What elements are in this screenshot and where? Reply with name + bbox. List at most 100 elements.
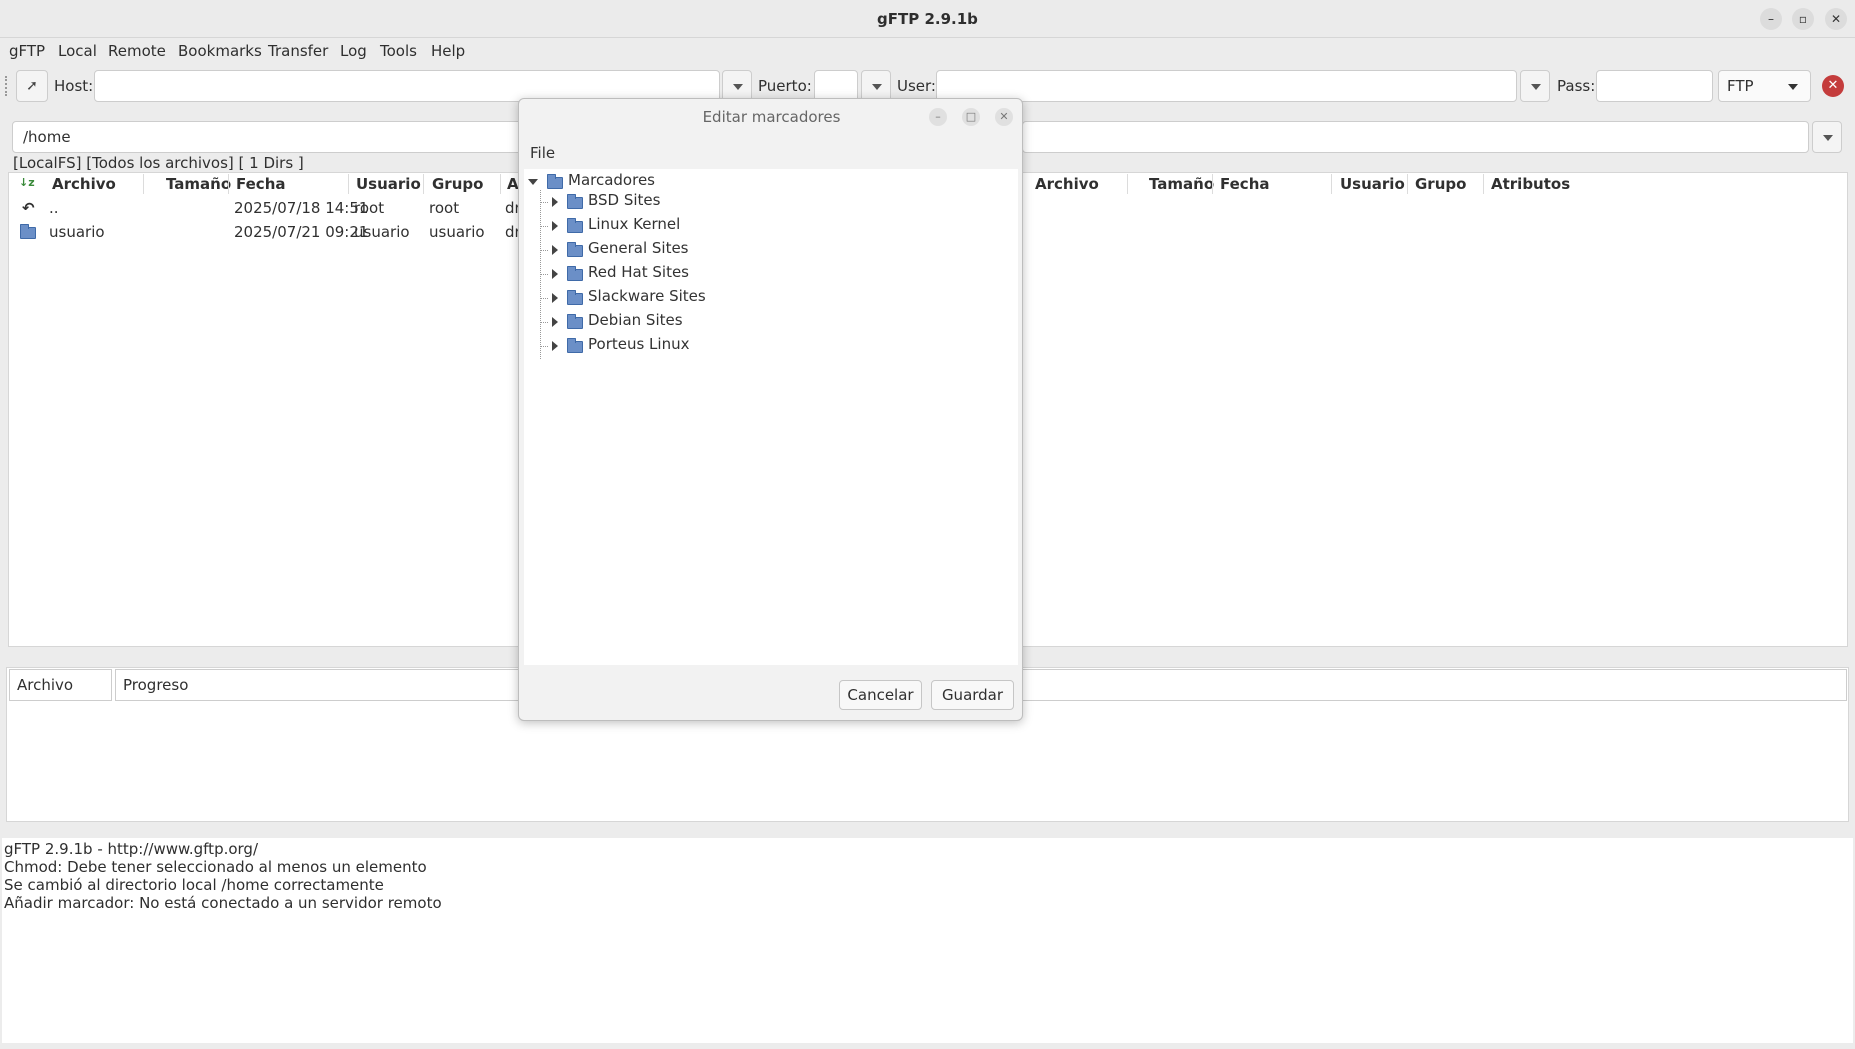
tree-item[interactable]: Porteus Linux (588, 335, 689, 359)
protocol-select[interactable]: FTP (1718, 70, 1811, 102)
minimize-icon[interactable]: – (1760, 8, 1782, 30)
expand-arrow-icon[interactable] (552, 317, 558, 327)
folder-icon (567, 290, 583, 305)
parent-dir-icon: ↶ (22, 199, 35, 217)
pass-input[interactable] (1596, 70, 1713, 102)
restore-icon[interactable]: ▫ (1792, 8, 1814, 30)
tree-item[interactable]: General Sites (588, 239, 689, 263)
expand-arrow-icon[interactable] (552, 341, 558, 351)
tree-line (540, 202, 548, 203)
local-path-input[interactable]: /home (12, 121, 522, 153)
pass-label: Pass: (1557, 77, 1596, 95)
local-status-text: [LocalFS] [Todos los archivos] [ 1 Dirs … (13, 154, 304, 172)
connect-icon: ➚ (26, 78, 38, 94)
col-separator (1331, 174, 1332, 194)
tree-item[interactable]: Red Hat Sites (588, 263, 689, 287)
dialog-maximize-icon[interactable]: □ (962, 108, 980, 126)
tree-item[interactable]: BSD Sites (588, 191, 660, 215)
local-col-attr[interactable]: A (507, 175, 519, 193)
remote-col-atributos[interactable]: Atributos (1491, 175, 1570, 193)
tree-line (540, 322, 548, 323)
menu-help[interactable]: Help (431, 42, 465, 60)
col-separator (1212, 174, 1213, 194)
log-line: gFTP 2.9.1b - http://www.gftp.org/ (4, 840, 259, 858)
dialog-minimize-icon[interactable]: – (929, 108, 947, 126)
toolbar-handle[interactable] (5, 76, 8, 96)
user-label: User: (897, 77, 936, 95)
sort-az-icon[interactable]: ↓z (19, 176, 35, 189)
log-line: Añadir marcador: No está conectado a un … (4, 894, 442, 912)
row-user: root (354, 199, 385, 217)
menu-local[interactable]: Local (58, 42, 97, 60)
remote-path-dropdown[interactable] (1812, 121, 1842, 153)
row-date: 2025/07/21 09:21 (234, 223, 369, 241)
col-separator (423, 174, 424, 194)
col-separator (348, 174, 349, 194)
menu-bookmarks[interactable]: Bookmarks (178, 42, 262, 60)
col-separator (143, 174, 144, 194)
local-col-usuario[interactable]: Usuario (356, 175, 421, 193)
folder-icon (567, 266, 583, 281)
col-separator (500, 174, 501, 194)
expand-arrow-icon[interactable] (552, 269, 558, 279)
folder-icon (20, 224, 36, 239)
dialog-close-icon[interactable]: ✕ (995, 108, 1013, 126)
menu-tools[interactable]: Tools (380, 42, 417, 60)
row-date: 2025/07/18 14:51 (234, 199, 369, 217)
port-label: Puerto: (758, 77, 812, 95)
expand-arrow-icon[interactable] (552, 197, 558, 207)
user-input[interactable] (936, 70, 1517, 102)
tree-item[interactable]: Linux Kernel (588, 215, 680, 239)
tree-line (540, 298, 548, 299)
expand-arrow-icon[interactable] (552, 221, 558, 231)
user-history-dropdown[interactable] (1520, 70, 1550, 102)
connect-button[interactable]: ➚ (16, 70, 48, 102)
folder-icon (567, 194, 583, 209)
folder-icon (567, 218, 583, 233)
local-col-grupo[interactable]: Grupo (432, 175, 483, 193)
remote-file-list[interactable] (1022, 172, 1848, 647)
folder-open-icon (547, 174, 563, 189)
folder-icon (567, 338, 583, 353)
tree-line (540, 274, 548, 275)
folder-icon (567, 242, 583, 257)
collapse-arrow-icon[interactable] (528, 179, 538, 185)
menu-transfer[interactable]: Transfer (268, 42, 328, 60)
col-separator (1407, 174, 1408, 194)
dialog-title: Editar marcadores (702, 108, 841, 126)
remote-col-archivo[interactable]: Archivo (1035, 175, 1099, 193)
cancel-button[interactable]: Cancelar (839, 680, 922, 710)
local-col-tamano[interactable]: Tamaño (166, 175, 231, 193)
tree-line (540, 250, 548, 251)
menu-log[interactable]: Log (340, 42, 367, 60)
remote-col-tamano[interactable]: Tamaño (1149, 175, 1214, 193)
remote-col-grupo[interactable]: Grupo (1415, 175, 1466, 193)
tree-item[interactable]: Debian Sites (588, 311, 683, 335)
col-separator (1127, 174, 1128, 194)
remote-col-fecha[interactable]: Fecha (1220, 175, 1270, 193)
log-line: Se cambió al directorio local /home corr… (4, 876, 384, 894)
menubar: gFTP Local Remote Bookmarks Transfer Log… (0, 38, 1855, 64)
bookmarks-tree[interactable]: Marcadores BSD Sites Linux Kernel Genera… (524, 169, 1018, 665)
row-name: usuario (49, 223, 105, 241)
local-col-fecha[interactable]: Fecha (236, 175, 286, 193)
tree-item[interactable]: Slackware Sites (588, 287, 706, 311)
remote-path-input[interactable] (1022, 121, 1809, 153)
expand-arrow-icon[interactable] (552, 293, 558, 303)
queue-col-archivo[interactable]: Archivo (9, 669, 112, 701)
close-icon[interactable]: ✕ (1825, 8, 1847, 30)
expand-arrow-icon[interactable] (552, 245, 558, 255)
dialog-menu-file[interactable]: File (530, 144, 555, 162)
menu-gftp[interactable]: gFTP (9, 42, 45, 60)
disconnect-icon[interactable]: ✕ (1822, 75, 1844, 97)
folder-icon (567, 314, 583, 329)
row-name: .. (49, 199, 59, 217)
window-title: gFTP 2.9.1b (877, 10, 978, 28)
col-separator (1483, 174, 1484, 194)
save-button[interactable]: Guardar (931, 680, 1014, 710)
local-col-archivo[interactable]: Archivo (52, 175, 116, 193)
row-group: usuario (429, 223, 485, 241)
menu-remote[interactable]: Remote (108, 42, 166, 60)
remote-col-usuario[interactable]: Usuario (1340, 175, 1405, 193)
row-user: usuario (354, 223, 410, 241)
